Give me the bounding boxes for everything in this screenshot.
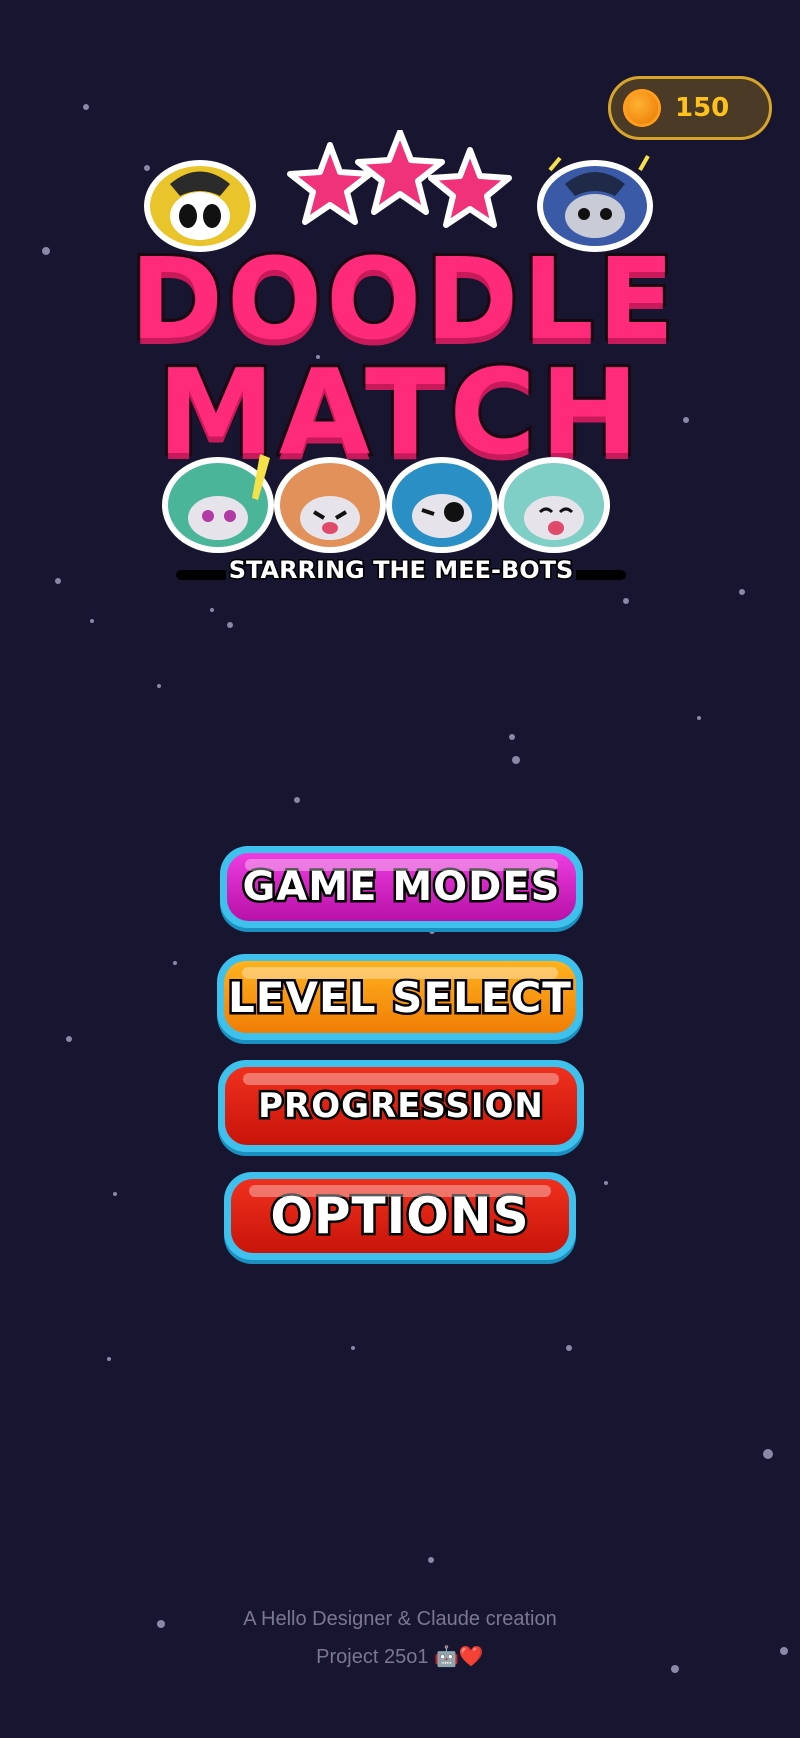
three-stars-icon [287, 130, 512, 228]
bottom-bots-icon [162, 454, 610, 553]
level-select-label: LEVEL SELECT [224, 961, 576, 1033]
footer-project: Project 25o1 🤖❤️ [316, 1646, 484, 1668]
footer-credit: A Hello Designer & Claude creation [243, 1608, 557, 1630]
progression-label: PROGRESSION [225, 1067, 577, 1145]
game-logo: DOODLE MATCH STARRING THE MEE-BOTS [127, 110, 679, 600]
logo-title-doodle: DOODLE [127, 235, 679, 365]
level-select-button[interactable]: LEVEL SELECT [217, 954, 583, 1040]
game-modes-button[interactable]: GAME MODES [220, 846, 583, 928]
logo-tagline: STARRING THE MEE-BOTS [226, 555, 576, 586]
options-button[interactable]: OPTIONS [224, 1172, 576, 1260]
game-modes-label: GAME MODES [227, 853, 576, 921]
coin-value: 150 [675, 93, 730, 123]
progression-button[interactable]: PROGRESSION [218, 1060, 584, 1152]
options-label: OPTIONS [231, 1179, 569, 1253]
